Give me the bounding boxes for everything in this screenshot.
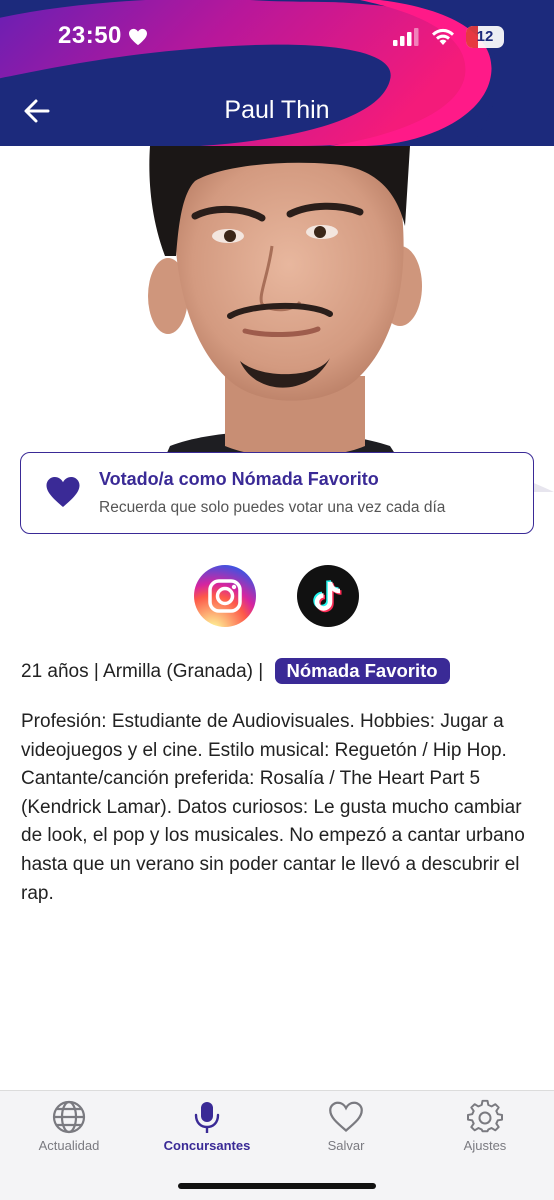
tab-actualidad[interactable]: Actualidad [0,1091,138,1171]
app-header: 23:50 12 Paul Thin [0,0,554,146]
favorite-badge: Nómada Favorito [274,658,450,684]
tab-ajustes[interactable]: Ajustes [416,1091,554,1171]
page-title: Paul Thin [224,96,330,124]
contestant-bio: Profesión: Estudiante de Audiovisuales. … [21,711,525,904]
status-bar: 23:50 12 [0,0,554,74]
instagram-icon [208,579,242,613]
instagram-button[interactable] [194,565,256,627]
tab-label: Concursantes [163,1138,251,1153]
gear-icon [467,1099,503,1133]
heart-icon [329,1101,363,1132]
status-time: 23:50 [58,22,122,49]
battery-indicator: 12 [466,26,504,48]
cellular-signal-icon [393,28,419,46]
tab-label: Actualidad [38,1138,100,1153]
age-location-text: 21 años | Armilla (Granada) | [21,661,264,682]
tab-concursantes[interactable]: Concursantes [138,1091,276,1171]
heart-status-icon [129,28,147,46]
home-indicator [178,1183,376,1189]
battery-level: 12 [476,28,494,45]
tab-salvar[interactable]: Salvar [277,1091,415,1171]
globe-icon [52,1100,86,1134]
vote-subtitle: Recuerda que solo puedes votar una vez c… [99,499,446,516]
profile-details: 21 años | Armilla (Granada) | Nómada Fav… [21,658,450,684]
vote-title: Votado/a como Nómada Favorito [99,469,379,489]
voted-heart-icon [46,477,80,507]
tab-label: Salvar [327,1138,365,1153]
tab-label: Ajustes [463,1138,507,1153]
wifi-icon [432,28,454,45]
contestant-photo [0,146,554,492]
tiktok-button[interactable] [297,565,359,627]
vote-status-card: Votado/a como Nómada Favorito Recuerda q… [20,452,534,534]
microphone-icon [194,1102,220,1133]
tiktok-icon [313,579,342,613]
